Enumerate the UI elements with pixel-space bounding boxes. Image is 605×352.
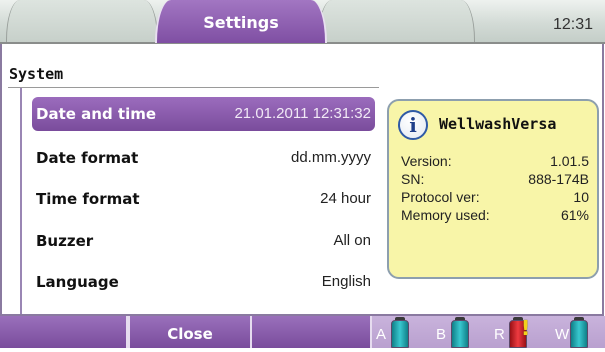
device-name: WellwashVersa: [439, 115, 557, 133]
setting-value: 24 hour: [320, 190, 371, 207]
info-value: 888-174B: [528, 171, 589, 187]
setting-value: 21.01.2011 12:31:32: [234, 105, 371, 122]
bottle-letter: B: [436, 326, 447, 343]
info-value: 61%: [560, 207, 589, 223]
setting-value: dd.mm.yyyy: [290, 149, 371, 166]
reagent-bottles: A B R ! W: [372, 316, 605, 348]
section-divider: [8, 87, 379, 88]
info-value: 10: [573, 189, 589, 205]
bottle-letter: A: [376, 326, 387, 343]
setting-row-date-and-time[interactable]: Date and time 21.01.2011 12:31:32: [32, 97, 375, 131]
clock: 12:31: [552, 16, 593, 33]
setting-label: Date and time: [36, 105, 157, 123]
info-key: Version:: [401, 153, 452, 169]
bottom-bar: Close A B R ! W: [0, 316, 605, 348]
info-key: SN:: [401, 171, 425, 187]
bottle-icon: [451, 320, 469, 348]
setting-label: Buzzer: [36, 232, 94, 250]
softkey-3[interactable]: [252, 316, 372, 348]
setting-label: Date format: [36, 149, 139, 167]
setting-value: All on: [333, 232, 371, 249]
device-info-box: i WellwashVersa Version: 1.01.5 SN: 888-…: [387, 99, 599, 279]
top-bar: Settings 12:31: [0, 0, 605, 44]
info-icon: i: [398, 110, 428, 140]
setting-label: Language: [36, 273, 119, 291]
tab-left-empty[interactable]: [6, 0, 158, 42]
setting-row-language[interactable]: Language English: [32, 265, 375, 299]
setting-row-time-format[interactable]: Time format 24 hour: [32, 182, 375, 216]
setting-row-buzzer[interactable]: Buzzer All on: [32, 224, 375, 258]
tab-right-empty[interactable]: [318, 0, 475, 42]
softkey-1[interactable]: [0, 316, 128, 348]
setting-row-date-format[interactable]: Date format dd.mm.yyyy: [32, 141, 375, 175]
section-title: System: [9, 65, 64, 83]
info-row-protocol-ver: Protocol ver: 10: [401, 189, 589, 207]
setting-value: English: [321, 273, 371, 290]
info-row-memory-used: Memory used: 61%: [401, 207, 589, 225]
bottle-icon: [570, 320, 588, 348]
setting-label: Time format: [36, 190, 140, 208]
info-key: Protocol ver:: [401, 189, 480, 205]
bottle-letter: W: [555, 326, 570, 343]
info-key: Memory used:: [401, 207, 490, 223]
info-value: 1.01.5: [550, 153, 589, 169]
tree-rule: [20, 88, 22, 314]
tab-settings[interactable]: Settings: [155, 0, 327, 43]
bottle-letter: R: [494, 326, 505, 343]
bottle-icon: [391, 320, 409, 348]
info-row-sn: SN: 888-174B: [401, 171, 589, 189]
warning-icon: !: [521, 316, 531, 340]
close-button[interactable]: Close: [128, 316, 252, 348]
info-row-version: Version: 1.01.5: [401, 153, 589, 171]
